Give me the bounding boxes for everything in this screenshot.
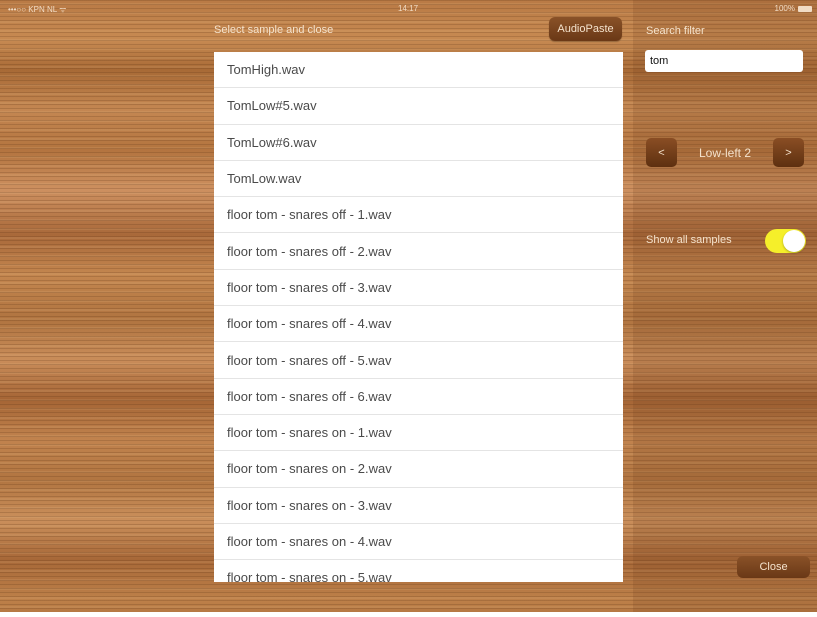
show-all-samples-toggle[interactable] bbox=[765, 229, 806, 253]
sample-list-item[interactable]: floor tom - snares off - 3.wav bbox=[214, 270, 623, 307]
sample-list-item[interactable]: floor tom - snares off - 1.wav bbox=[214, 197, 623, 234]
sample-list-item[interactable]: TomLow#5.wav bbox=[214, 88, 623, 125]
sample-list-item[interactable]: floor tom - snares on - 1.wav bbox=[214, 415, 623, 452]
bottom-edge bbox=[0, 612, 817, 617]
current-pad-label: Low-left 2 bbox=[698, 145, 752, 160]
previous-button[interactable]: < bbox=[646, 138, 677, 167]
close-button[interactable]: Close bbox=[737, 556, 810, 578]
sample-list-item[interactable]: floor tom - snares on - 2.wav bbox=[214, 451, 623, 488]
status-carrier: •••○○ KPN NL ᯤ bbox=[8, 5, 67, 14]
sample-list-item[interactable]: floor tom - snares on - 4.wav bbox=[214, 524, 623, 561]
sample-list-item[interactable]: floor tom - snares off - 5.wav bbox=[214, 342, 623, 379]
audiopaste-button[interactable]: AudioPaste bbox=[549, 17, 622, 41]
sample-list-item[interactable]: floor tom - snares off - 4.wav bbox=[214, 306, 623, 343]
next-button[interactable]: > bbox=[773, 138, 804, 167]
battery-percent: 100% bbox=[774, 4, 795, 13]
sample-list-item[interactable]: TomLow#6.wav bbox=[214, 125, 623, 161]
search-input[interactable] bbox=[645, 50, 803, 72]
sample-list-item[interactable]: floor tom - snares off - 6.wav bbox=[214, 379, 623, 415]
sample-list-item[interactable]: floor tom - snares off - 2.wav bbox=[214, 233, 623, 270]
show-all-samples-label: Show all samples bbox=[646, 234, 732, 246]
header-title: Select sample and close bbox=[214, 24, 334, 36]
status-time: 14:17 bbox=[398, 4, 419, 13]
toggle-knob bbox=[783, 230, 805, 252]
sample-list-item[interactable]: floor tom - snares on - 5.wav bbox=[214, 560, 623, 582]
battery-icon bbox=[798, 6, 812, 12]
right-panel bbox=[633, 0, 817, 612]
search-filter-label: Search filter bbox=[646, 25, 705, 37]
sample-list-item[interactable]: TomLow.wav bbox=[214, 161, 623, 198]
status-battery: 100% bbox=[736, 4, 812, 13]
sample-list[interactable]: TomHigh.wav TomLow#5.wav TomLow#6.wav TomLo… bbox=[214, 52, 623, 582]
sample-list-item[interactable]: TomHigh.wav bbox=[214, 52, 623, 89]
sample-list-item[interactable]: floor tom - snares on - 3.wav bbox=[214, 488, 623, 524]
